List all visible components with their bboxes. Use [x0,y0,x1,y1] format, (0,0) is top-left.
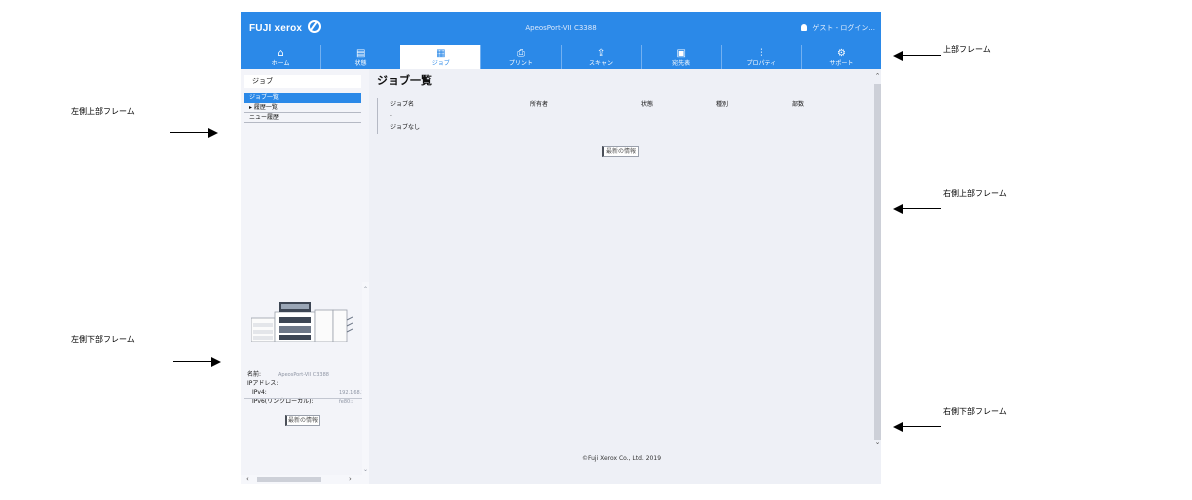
left-menu-item-history[interactable]: ▸ 履歴一覧 [244,103,361,113]
column-header-job-name[interactable]: ジョブ名 [390,99,414,108]
arrow-left-top-frame [170,128,218,138]
tab-label: 状態 [354,60,367,67]
arrow-left-bottom-frame [173,357,221,367]
status-icon: ▤ [355,48,366,59]
annotation-left-bottom-frame: 左側下部フレーム [71,335,135,344]
tab-label: プリント [508,60,533,67]
tab-label: サポート [829,60,854,67]
home-icon: ⌂ [277,48,284,59]
page-title: ジョブ一覧 [377,74,432,87]
annotation-right-top-frame: 右側上部フレーム [943,189,1007,198]
tab-status[interactable]: ▤ 状態 [320,45,400,69]
arrow-top-frame [893,51,941,61]
table-bullet: · [390,113,392,120]
right-vertical-scrollbar[interactable]: ⌃ ⌄ [874,69,881,484]
column-header-status[interactable]: 状態 [641,99,653,108]
scroll-up-icon[interactable]: ⌃ [362,286,369,293]
web-ui-window: FUJI xerox ApeosPort-VII C3388 ゲスト - ログイ… [241,12,881,484]
properties-icon: ⫶ [760,48,763,59]
copyright-text: ©Fuji Xerox Co., Ltd. 2019 [581,455,662,462]
printer-image [251,302,353,342]
job-icon: ▦ [436,48,446,59]
scroll-left-icon[interactable]: ‹ [246,475,249,484]
left-bottom-horizontal-scrollbar[interactable]: ‹ › [241,475,369,484]
device-name-label: 名前: [247,371,262,378]
tab-job[interactable]: ▦ ジョブ [400,45,481,69]
support-icon: ⚙ [836,48,846,59]
column-header-owner[interactable]: 所有者 [530,99,548,108]
tab-properties[interactable]: ⫶ プロパティ [720,45,801,69]
column-header-type[interactable]: 種別 [716,99,728,108]
left-top-frame: ジョブ ジョブ一覧 ▸ 履歴一覧 ニュー履歴 [241,69,369,282]
left-menu-item-new-history[interactable]: ニュー履歴 [244,113,361,123]
tab-home[interactable]: ⌂ ホーム [241,45,320,69]
left-bottom-vertical-scrollbar[interactable]: ⌃ ⌄ [362,282,369,475]
top-frame-header: FUJI xerox ApeosPort-VII C3388 ゲスト - ログイ… [241,12,881,45]
tab-print[interactable]: ⎙ プリント [480,45,560,69]
user-login-label: ゲスト - ログイン... [812,24,875,32]
refresh-button-left[interactable]: 最新の情報 [285,415,320,426]
ipv6-value: fe80:: [339,399,354,405]
device-name: ApeosPort-VII C3388 [525,24,597,32]
user-login[interactable]: ゲスト - ログイン... [801,23,875,33]
left-bottom-frame: 名前: ApeosPort-VII C3388 IPアドレス: IPv4: 19… [241,282,369,484]
horizontal-scroll-thumb[interactable] [257,477,321,482]
tab-scan[interactable]: ⇪ スキャン [560,45,641,69]
arrow-right-top-frame [893,204,941,214]
ip-address-label: IPアドレス: [247,380,279,387]
tab-address-book[interactable]: ▣ 宛先表 [640,45,721,69]
scroll-down-icon[interactable]: ⌄ [874,438,881,446]
tab-support[interactable]: ⚙ サポート [800,45,881,69]
empty-job-message: ジョブなし [390,124,421,131]
refresh-button-right[interactable]: 最新の情報 [602,146,639,157]
scroll-down-icon[interactable]: ⌄ [362,466,369,473]
annotation-top-frame: 上部フレーム [943,45,991,54]
annotation-left-top-frame: 左側上部フレーム [71,107,135,116]
main-tabs: ⌂ ホーム ▤ 状態 ▦ ジョブ ⎙ プリント ⇪ スキャン ▣ 宛先表 ⫶ プロパティ ⚙ サ… [241,45,881,69]
address-book-icon: ▣ [676,48,686,59]
ipv4-value: 192.168.1 [339,390,365,396]
vertical-scroll-thumb[interactable] [874,84,881,440]
left-menu-item-job-list[interactable]: ジョブ一覧 [244,93,361,103]
tab-label: ホーム [271,60,290,67]
tab-label: 宛先表 [672,60,691,67]
column-header-copies[interactable]: 部数 [792,99,804,108]
left-menu-heading: ジョブ [244,75,361,88]
right-frame: ジョブ一覧 ジョブ名 所有者 状態 種別 部数 · ジョブなし 最新の情報 ©F… [369,69,881,484]
print-icon: ⎙ [516,48,525,59]
scroll-up-icon[interactable]: ⌃ [874,72,881,80]
ipv6-label: IPv6(リンクローカル): [252,398,314,405]
tab-label: プロパティ [746,60,777,67]
left-bottom-divider [244,398,362,399]
scan-icon: ⇪ [596,48,606,59]
scroll-right-icon[interactable]: › [349,475,352,484]
annotation-right-bottom-frame: 右側下部フレーム [943,407,1007,416]
user-icon [801,24,808,31]
tab-label: スキャン [589,60,614,67]
ipv4-label: IPv4: [252,389,267,396]
tab-label: ジョブ [431,60,450,67]
device-name-value: ApeosPort-VII C3388 [278,372,329,378]
table-left-border [377,98,378,134]
arrow-right-bottom-frame [893,422,941,432]
